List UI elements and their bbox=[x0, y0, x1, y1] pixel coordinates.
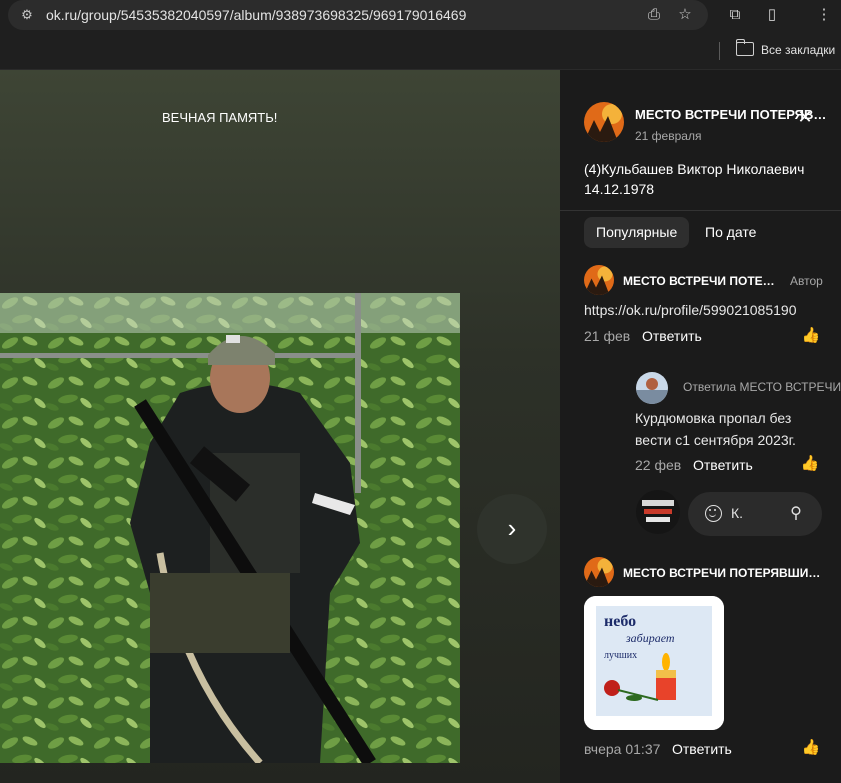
browser-toolbar: ⚙ ok.ru/group/54535382040597/album/93897… bbox=[0, 0, 841, 34]
comment-avatar[interactable] bbox=[584, 557, 614, 587]
reply-text: Курдюмовка пропал без вести с1 сентября … bbox=[635, 410, 796, 448]
bookmark-star-icon[interactable]: ☆ bbox=[675, 5, 695, 25]
chevron-right-icon: › bbox=[507, 513, 517, 543]
menu-icon[interactable]: ⋮ bbox=[813, 4, 835, 26]
comment-author[interactable]: МЕСТО ВСТРЕЧИ ПОТЕРЯВШИЕСЯ bbox=[623, 566, 823, 580]
comment-text[interactable]: https://ok.ru/profile/599021085190 bbox=[584, 299, 824, 321]
like-icon[interactable]: 👍 bbox=[801, 738, 821, 758]
card-text-1: небо bbox=[604, 613, 636, 630]
comment-avatar-image bbox=[584, 557, 614, 587]
bookmarks-separator bbox=[719, 42, 720, 60]
bookmarks-bar: Все закладки bbox=[0, 34, 841, 70]
candle-card-image: небо забирает лучших bbox=[584, 596, 724, 730]
photo-viewer: ВЕЧНАЯ ПАМЯТЬ! › bbox=[0, 70, 560, 783]
post-panel: МЕСТО ВСТРЕЧИ ПОТЕРЯВШИЕСЯ 21 февраля ✕ … bbox=[560, 70, 841, 783]
reply-time: 22 фев bbox=[635, 457, 682, 473]
smile-icon[interactable] bbox=[705, 505, 722, 522]
close-icon[interactable]: ✕ bbox=[794, 106, 816, 128]
site-info-icon[interactable]: ⚙ bbox=[18, 6, 36, 24]
post-date: 21 февраля bbox=[635, 129, 702, 143]
all-bookmarks-link[interactable]: Все закладки bbox=[761, 43, 835, 57]
divider bbox=[560, 210, 841, 211]
reply-avatar-image bbox=[636, 372, 668, 404]
reply-avatar[interactable] bbox=[636, 372, 668, 404]
comment-time: вчера 01:37 bbox=[584, 741, 661, 757]
comment-author[interactable]: МЕСТО ВСТРЕЧИ ПОТЕРЯВШИЕСЯ bbox=[623, 274, 777, 288]
like-icon[interactable]: 👍 bbox=[800, 454, 820, 474]
like-icon[interactable]: 👍 bbox=[801, 326, 821, 346]
comment-input-text[interactable]: К. bbox=[731, 505, 743, 521]
photo-caption: ВЕЧНАЯ ПАМЯТЬ! bbox=[162, 110, 278, 125]
url-text[interactable]: ok.ru/group/54535382040597/album/9389736… bbox=[46, 7, 466, 23]
card-text-3: лучших bbox=[604, 650, 637, 661]
comment-avatar-image bbox=[584, 265, 614, 295]
reply-button[interactable]: Ответить bbox=[642, 328, 702, 344]
card-text-2: забирает bbox=[625, 631, 675, 645]
comment-avatar[interactable] bbox=[584, 265, 614, 295]
next-photo-button[interactable]: › bbox=[477, 494, 547, 564]
sidebar-icon[interactable]: ▯ bbox=[761, 4, 783, 26]
group-avatar-image bbox=[584, 102, 624, 142]
reply-button[interactable]: Ответить bbox=[693, 457, 753, 473]
tab-popular[interactable]: Популярные bbox=[584, 217, 690, 248]
comment-image[interactable]: небо забирает лучших bbox=[584, 596, 724, 730]
address-bar[interactable]: ⚙ ok.ru/group/54535382040597/album/93897… bbox=[8, 0, 708, 30]
user-avatar[interactable] bbox=[636, 490, 680, 534]
tab-by-date[interactable]: По дате bbox=[693, 217, 768, 248]
comment-time: 21 фев bbox=[584, 328, 631, 344]
author-badge: Автор bbox=[790, 274, 823, 288]
folder-icon[interactable] bbox=[735, 39, 754, 56]
group-avatar[interactable] bbox=[584, 102, 624, 142]
comment-input[interactable]: К. ⚲ bbox=[688, 492, 822, 536]
reply-button[interactable]: Ответить bbox=[672, 741, 732, 757]
user-avatar-image bbox=[636, 490, 680, 534]
reply-to-label: Ответила МЕСТО ВСТРЕЧИ bbox=[683, 380, 841, 394]
post-text: (4)Кульбашев Виктор Николаевич 14.12.197… bbox=[584, 161, 805, 197]
install-app-icon[interactable]: ⎙ bbox=[644, 5, 664, 25]
photo[interactable] bbox=[0, 293, 460, 763]
photo-image bbox=[0, 293, 460, 763]
attach-icon[interactable]: ⚲ bbox=[786, 504, 806, 524]
extensions-icon[interactable]: ⧉ bbox=[724, 4, 746, 26]
